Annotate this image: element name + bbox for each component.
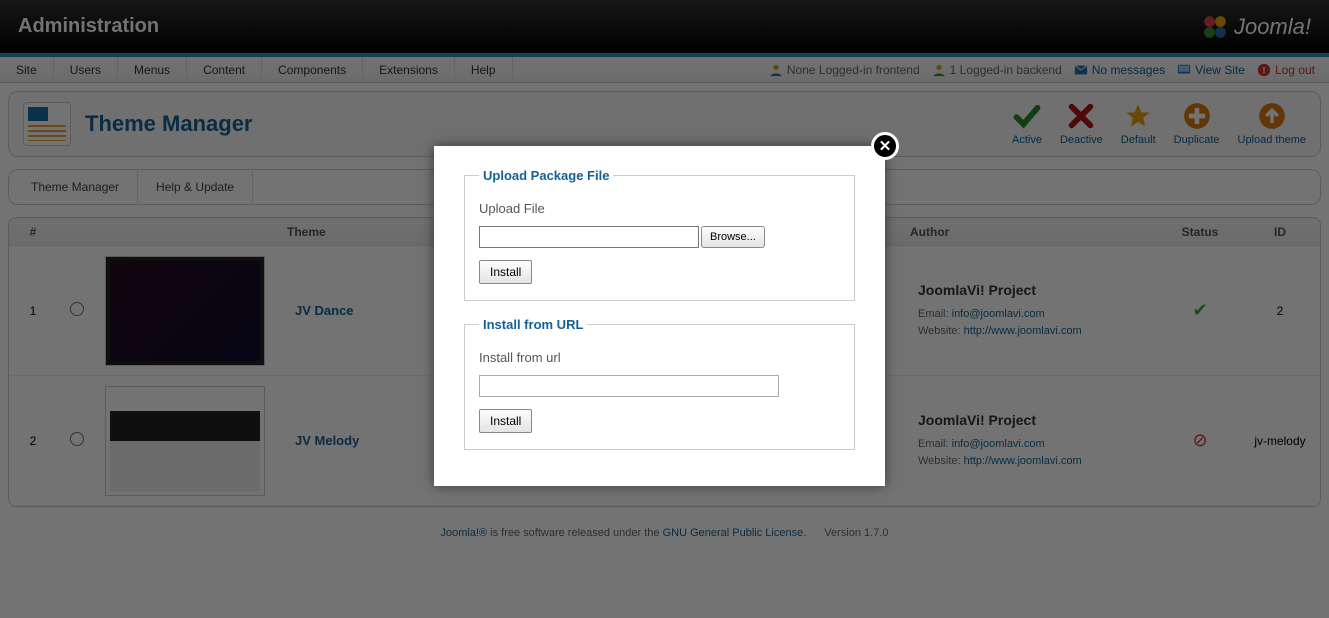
modal-body: Upload Package File Upload File Browse..… — [434, 146, 885, 486]
browse-button[interactable]: Browse... — [701, 226, 765, 248]
install-url-input[interactable] — [479, 375, 779, 397]
close-icon: ✕ — [879, 137, 892, 155]
upload-legend: Upload Package File — [479, 168, 613, 183]
upload-package-panel: Upload Package File Upload File Browse..… — [464, 168, 855, 301]
url-legend: Install from URL — [479, 317, 587, 332]
install-url-panel: Install from URL Install from url Instal… — [464, 317, 855, 450]
upload-file-label: Upload File — [479, 201, 840, 216]
url-field-label: Install from url — [479, 350, 840, 365]
upload-modal: ✕ Upload Package File Upload File Browse… — [434, 146, 885, 486]
install-upload-button[interactable]: Install — [479, 260, 532, 284]
modal-close-button[interactable]: ✕ — [871, 132, 899, 160]
upload-file-path-display — [479, 226, 699, 248]
install-url-button[interactable]: Install — [479, 409, 532, 433]
